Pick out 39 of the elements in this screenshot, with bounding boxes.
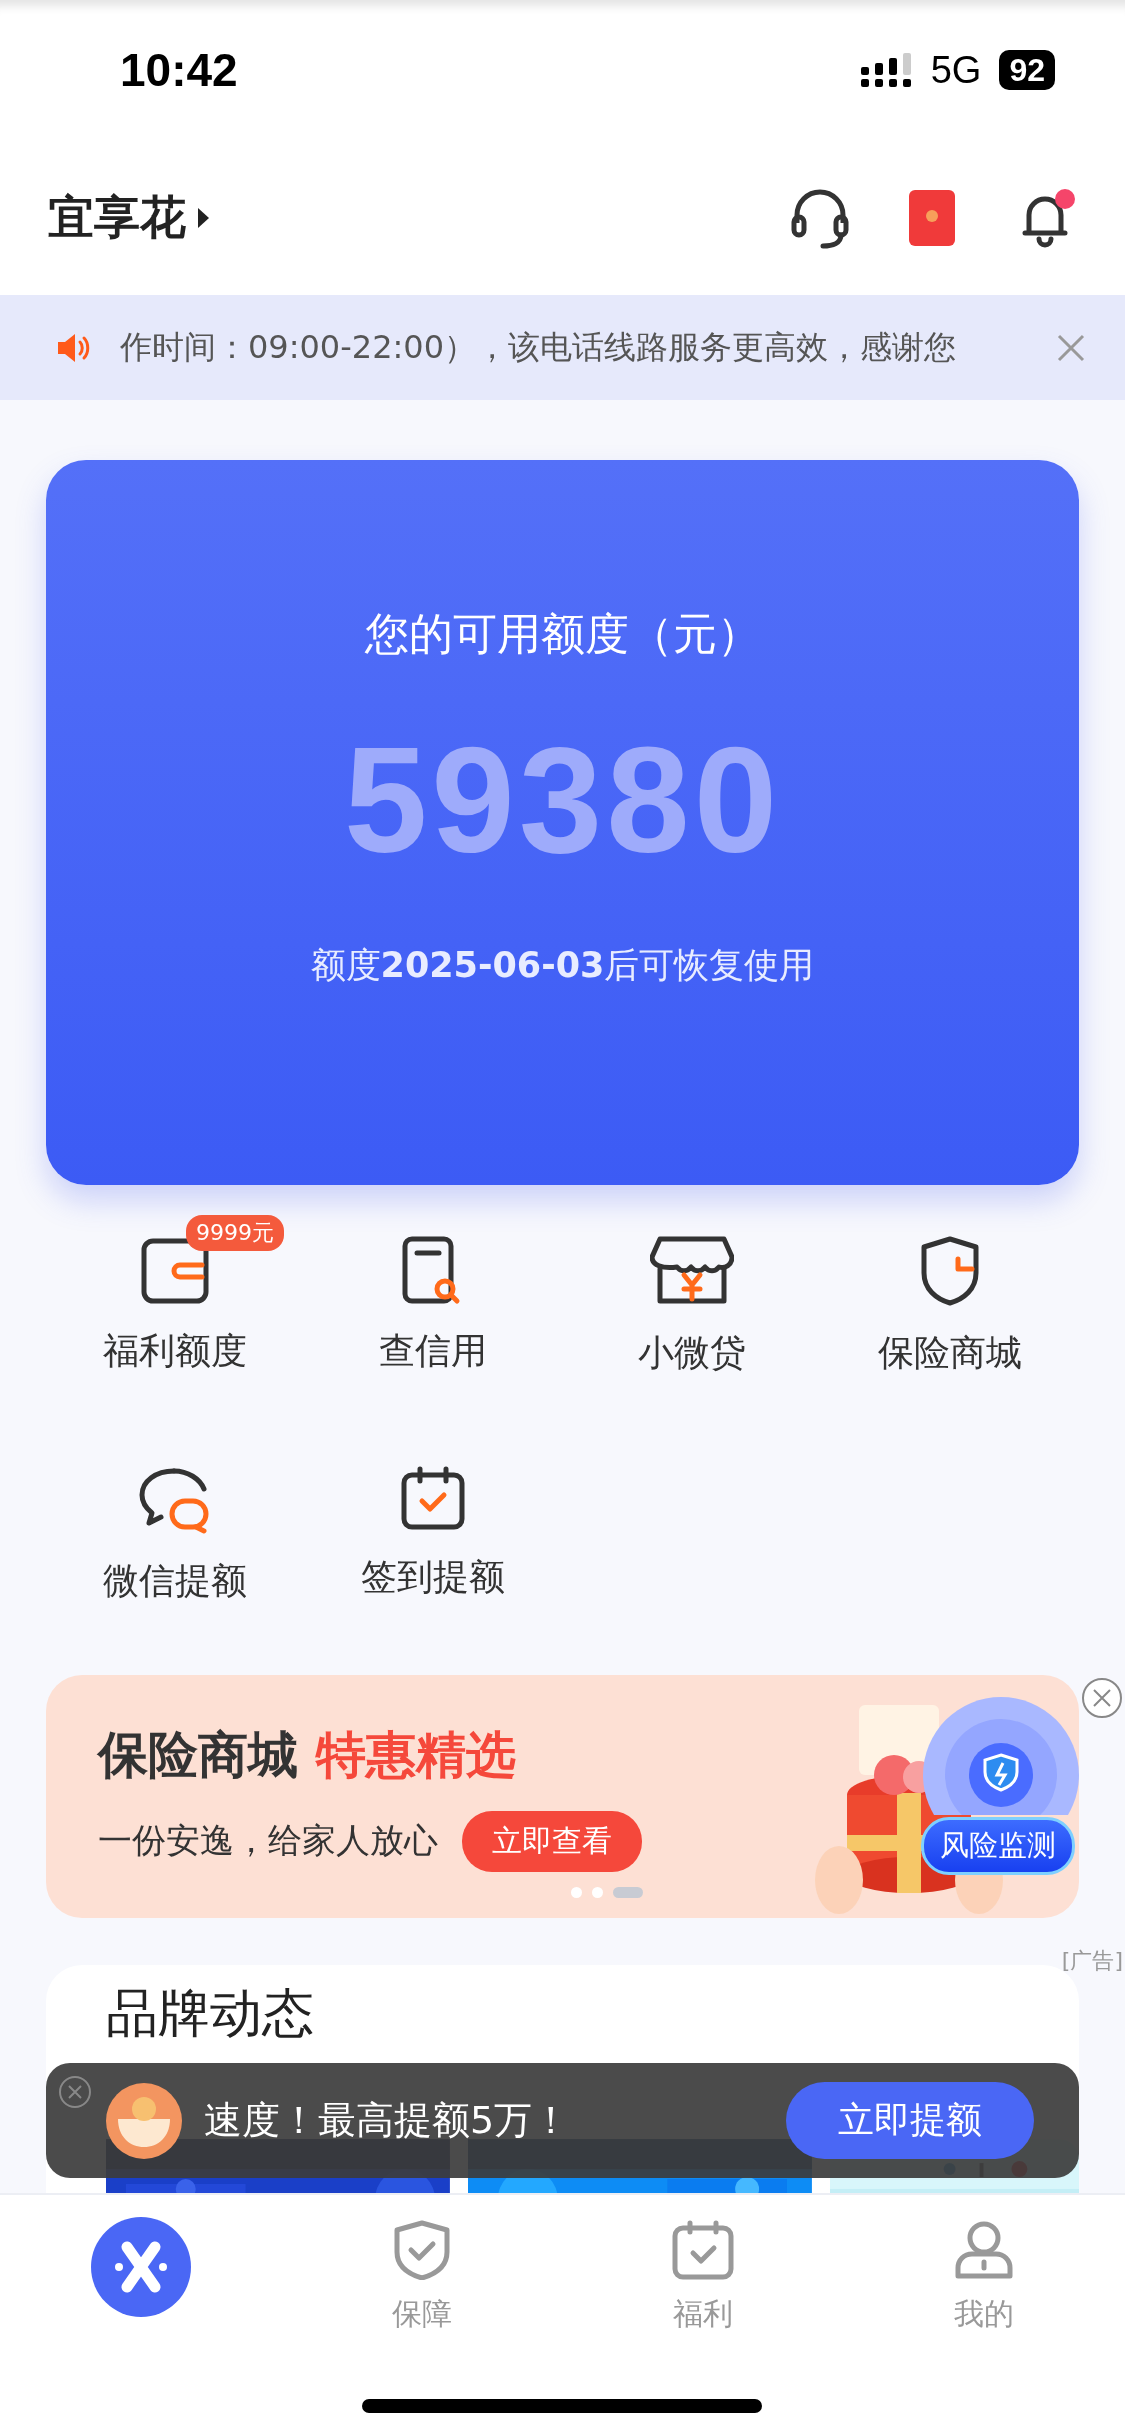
close-icon[interactable] (1081, 1677, 1123, 1719)
view-button[interactable]: 立即查看 (462, 1810, 642, 1872)
shortcut-label[interactable]: 福利额度 (103, 1327, 247, 1376)
close-icon[interactable] (58, 2075, 92, 2109)
notice-text: 作时间：09:00-22:00），该电话线路服务更高效，感谢您 (120, 326, 957, 368)
status-time: 10:42 (120, 43, 238, 97)
raise-limit-button[interactable]: 立即提额 (786, 2082, 1034, 2159)
coin-bowl-icon (106, 2082, 182, 2159)
credit-amount: 59380 (343, 715, 782, 886)
risk-monitor-button[interactable]: 风险监测 (921, 1817, 1075, 1875)
credit-note: 额度2025-06-03后可恢复使用 (310, 944, 815, 987)
banner-highlight: 特惠精选 (316, 1724, 516, 1786)
envelope-icon[interactable] (909, 189, 955, 246)
carousel-dot[interactable] (571, 1887, 582, 1898)
amount-badge: 9999元 (186, 1215, 284, 1251)
credit-label: 您的可用额度（元） (364, 607, 761, 661)
banner-title: 保险商城 (98, 1724, 298, 1786)
network-label: 5G (930, 48, 982, 92)
shortcut-label[interactable]: 小微贷 (637, 1329, 746, 1378)
close-icon[interactable] (1057, 333, 1085, 362)
app-logo-icon (90, 2217, 191, 2317)
speaker-icon (56, 331, 90, 364)
toast-text: 速度！最高提额5万！ (204, 2097, 572, 2144)
shortcut-label[interactable]: 查信用 (379, 1327, 488, 1376)
calendar-check-icon (400, 1465, 467, 1531)
battery-level: 92 (999, 50, 1055, 90)
person-icon (953, 2220, 1016, 2280)
shortcut-label[interactable]: 微信提额 (103, 1557, 247, 1606)
shortcut-label[interactable]: 签到提额 (361, 1553, 506, 1602)
shortcut-label[interactable]: 保险商城 (878, 1329, 1022, 1378)
app-title[interactable]: 宜享花 (48, 186, 186, 249)
carousel-dot[interactable] (592, 1887, 603, 1898)
calendar-check-icon (672, 2220, 735, 2280)
ad-tag: [广告] (1061, 1946, 1123, 1976)
signal-icon (860, 53, 913, 87)
caret-icon[interactable] (196, 205, 210, 230)
section-title: 品牌动态 (106, 1982, 315, 2045)
shop-icon (649, 1235, 734, 1307)
banner-subtitle: 一份安逸，给家人放心 (98, 1819, 438, 1862)
